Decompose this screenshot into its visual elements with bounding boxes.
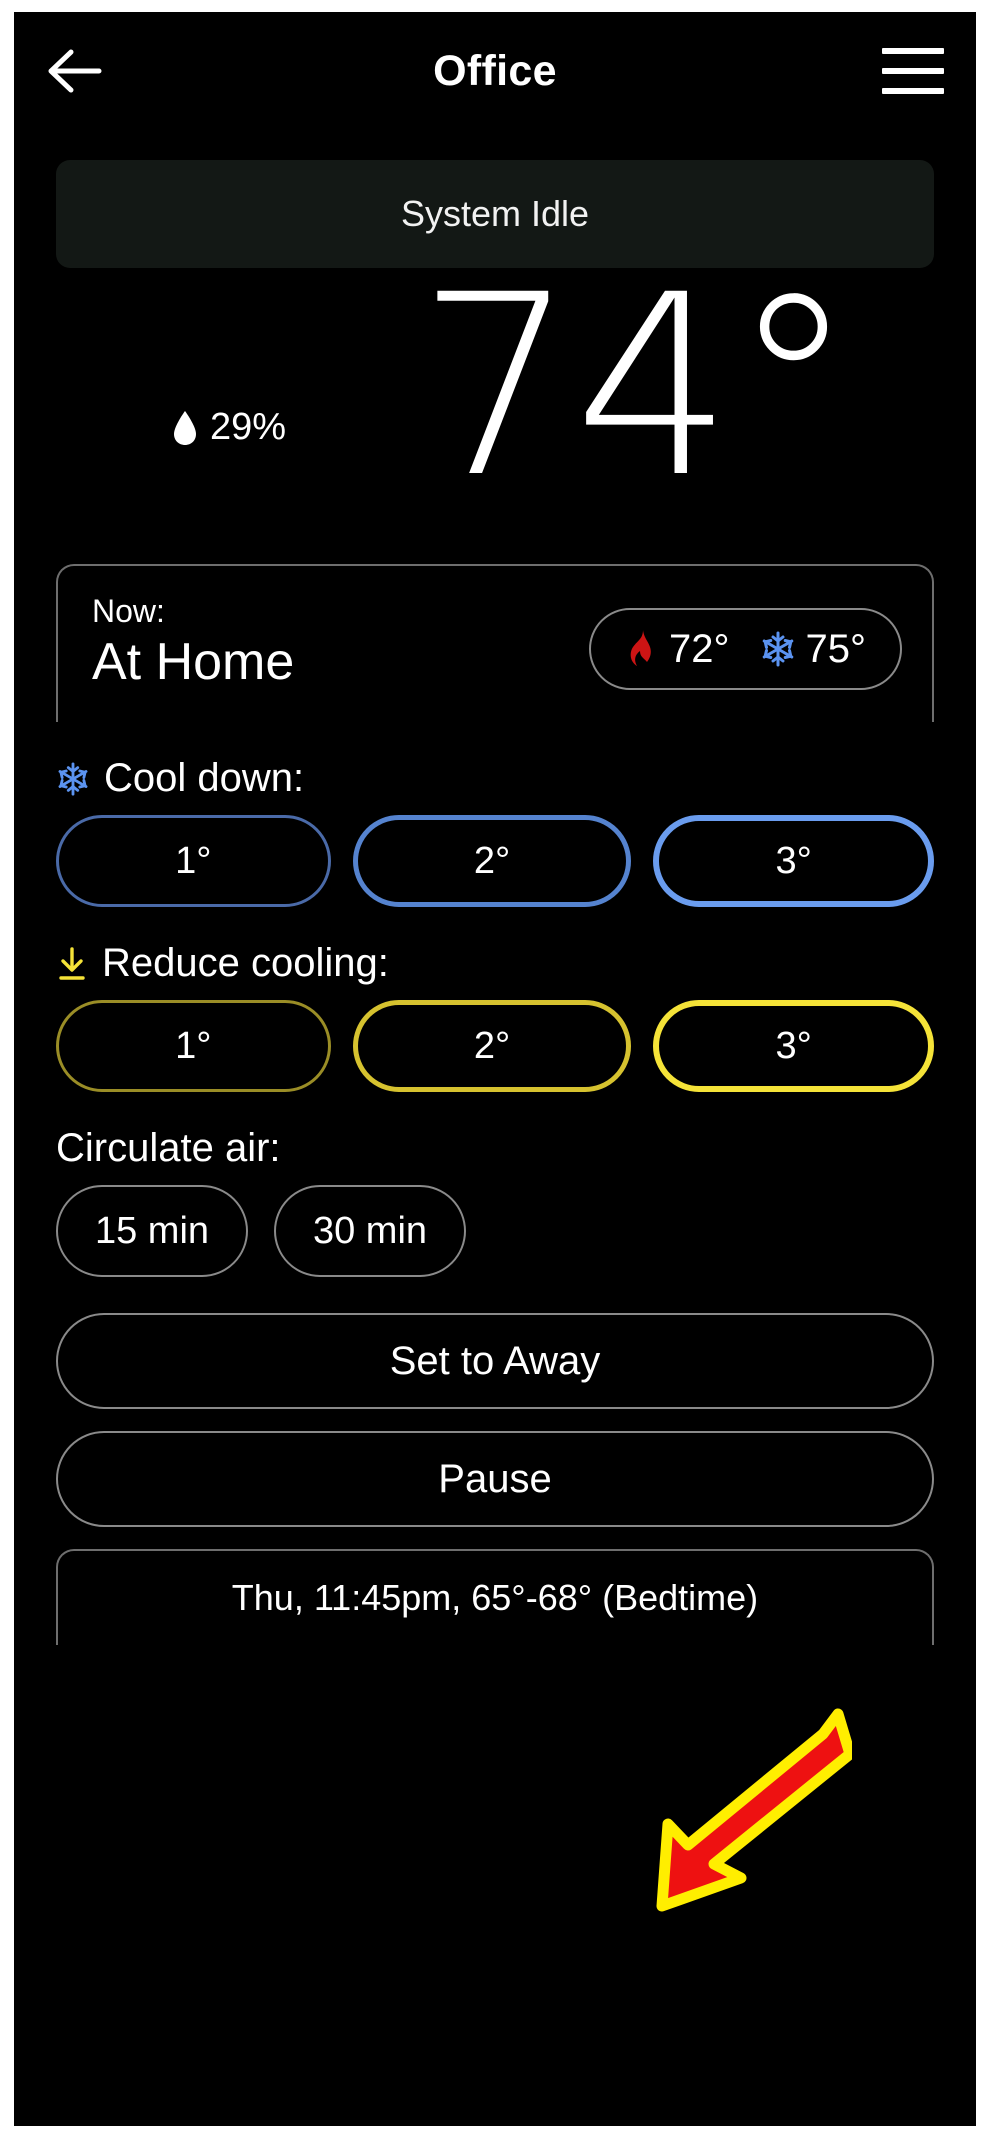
pause-button[interactable]: Pause [56, 1431, 934, 1527]
reduce-cooling-header: Reduce cooling: [56, 941, 934, 986]
back-button[interactable] [44, 40, 106, 102]
circulate-air-option-30min[interactable]: 30 min [274, 1185, 466, 1277]
annotation-arrow-icon [656, 1708, 852, 1912]
cool-setpoint-value: 75° [805, 626, 867, 671]
cool-down-title: Cool down: [104, 756, 305, 800]
now-label: Now: [92, 593, 165, 629]
water-drop-icon [174, 410, 196, 445]
setpoint-pill[interactable]: 72° 75° [589, 608, 902, 690]
reduce-cooling-section: Reduce cooling: 1° 2° 3° [56, 941, 935, 1092]
hamburger-menu-icon[interactable] [882, 42, 946, 100]
current-temperature-block: 29% 74° [14, 262, 976, 526]
set-to-away-button[interactable]: Set to Away [56, 1313, 934, 1409]
action-buttons: Set to Away Pause [56, 1313, 934, 1527]
flame-icon [630, 630, 651, 666]
status-text: System Idle [400, 193, 590, 234]
humidity-indicator: 29% [172, 406, 286, 449]
reduce-cooling-option-2[interactable]: 2° [352, 1000, 632, 1092]
snowflake-icon [58, 761, 88, 796]
circulate-air-option-15min[interactable]: 15 min [56, 1185, 248, 1277]
current-mode-text: Now: At Home [92, 593, 295, 692]
reduce-cooling-options: 1° 2° 3° [56, 1000, 935, 1092]
cool-down-option-2[interactable]: 2° [352, 815, 632, 907]
cool-down-section: Cool down: 1° 2° 3° [56, 756, 935, 907]
circulate-air-section: Circulate air: 15 min 30 min [56, 1126, 934, 1277]
circulate-air-title: Circulate air: [56, 1126, 281, 1170]
reduce-cooling-option-1[interactable]: 1° [56, 1000, 331, 1092]
app-header: Office [14, 12, 976, 130]
menu-line [882, 88, 944, 94]
reduce-cooling-title: Reduce cooling: [102, 941, 389, 985]
humidity-value: 29% [210, 406, 287, 448]
current-mode-card[interactable]: Now: At Home 72° 75° [56, 564, 934, 722]
schedule-bar[interactable]: Thu, 11:45pm, 65°-68° (Bedtime) [56, 1549, 934, 1645]
cool-down-option-1[interactable]: 1° [56, 815, 331, 907]
reduce-cooling-option-3[interactable]: 3° [653, 1000, 935, 1092]
app-screen: Office System Idle 29% 74° Now: At Home … [14, 12, 976, 2126]
heat-setpoint: 72° [625, 627, 730, 672]
cool-down-header: Cool down: [56, 756, 934, 801]
cool-setpoint: 75° [760, 626, 867, 672]
arrow-left-icon [48, 49, 102, 93]
menu-line [882, 68, 944, 74]
circulate-air-header: Circulate air: [56, 1126, 934, 1171]
circulate-air-options: 15 min 30 min [56, 1185, 934, 1277]
heat-setpoint-value: 72° [669, 626, 730, 671]
current-temperature: 74° [416, 241, 856, 532]
now-mode-value: At Home [92, 633, 295, 692]
page-title: Office [433, 46, 557, 95]
phone-frame: Office System Idle 29% 74° Now: At Home … [0, 0, 990, 2140]
cool-down-options: 1° 2° 3° [56, 815, 935, 907]
menu-line [882, 48, 944, 54]
arrow-down-to-line-icon [59, 946, 85, 980]
cool-down-option-3[interactable]: 3° [653, 815, 935, 907]
snowflake-icon [762, 631, 793, 667]
